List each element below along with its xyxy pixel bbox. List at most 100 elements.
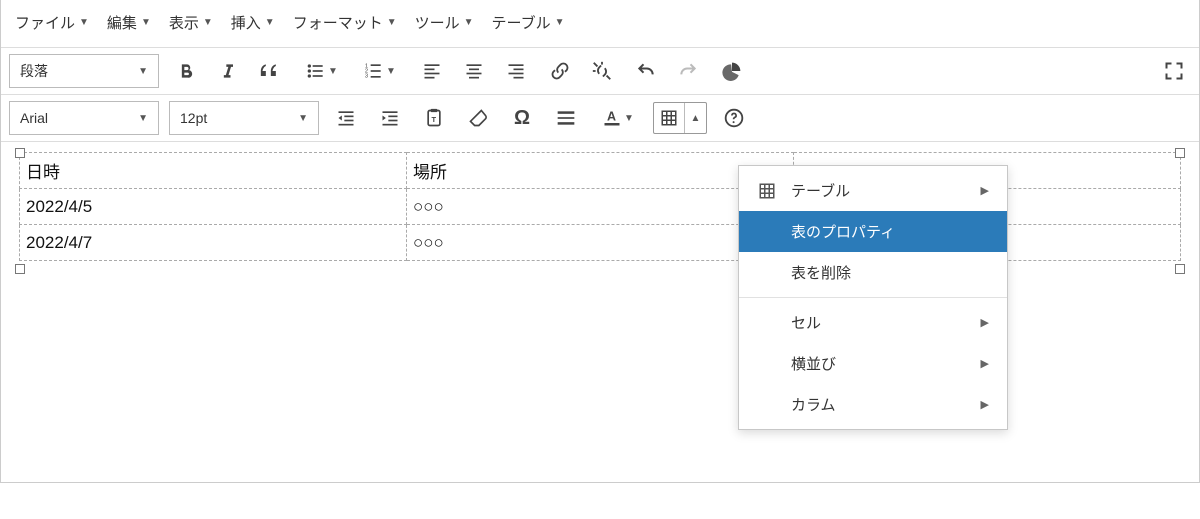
svg-text:3: 3 xyxy=(365,74,368,80)
menu-format[interactable]: フォーマット ▼ xyxy=(285,8,405,37)
fullscreen-icon xyxy=(1164,61,1184,81)
table-icon xyxy=(757,182,777,200)
menu-edit-label: 編集 xyxy=(107,12,137,33)
svg-text:T: T xyxy=(432,115,437,124)
pie-chart-icon xyxy=(722,61,742,81)
menu-view[interactable]: 表示 ▼ xyxy=(161,8,221,37)
paragraph-format-value: 段落 xyxy=(20,61,48,81)
bold-icon xyxy=(176,61,196,81)
numbered-list-icon: 123 xyxy=(364,61,384,81)
toolbar-row-2: Arial ▼ 12pt ▼ T Ω A ▼ xyxy=(1,95,1199,142)
caret-down-icon: ▼ xyxy=(387,17,397,28)
menu-format-label: フォーマット xyxy=(293,12,383,33)
hr-button[interactable] xyxy=(549,101,583,135)
history-group xyxy=(629,54,705,88)
unlink-button[interactable] xyxy=(585,54,619,88)
help-icon xyxy=(724,108,744,128)
table-dropdown-menu: テーブル ▶ 表のプロパティ 表を削除 セル ▶ 横並び ▶ カラム ▶ xyxy=(738,165,1008,430)
table-button[interactable] xyxy=(654,103,684,133)
resize-handle[interactable] xyxy=(1175,264,1185,274)
paste-text-button[interactable]: T xyxy=(417,101,451,135)
editor-window: ファイル ▼ 編集 ▼ 表示 ▼ 挿入 ▼ フォーマット ▼ ツール ▼ テーブ… xyxy=(0,0,1200,483)
font-family-value: Arial xyxy=(20,110,48,126)
align-left-icon xyxy=(422,61,442,81)
undo-button[interactable] xyxy=(629,54,663,88)
resize-handle[interactable] xyxy=(1175,148,1185,158)
special-char-button[interactable]: Ω xyxy=(505,101,539,135)
misc-group-1 xyxy=(543,54,619,88)
menu-file-label: ファイル xyxy=(15,12,75,33)
chart-button[interactable] xyxy=(715,54,749,88)
menu-tools-label: ツール xyxy=(415,12,460,33)
italic-button[interactable] xyxy=(211,54,245,88)
table-cell[interactable]: ○○○ xyxy=(407,225,794,261)
table-cell[interactable]: 場所 xyxy=(407,153,794,189)
clear-formatting-button[interactable] xyxy=(461,101,495,135)
menu-tools[interactable]: ツール ▼ xyxy=(407,8,482,37)
text-color-button[interactable]: A ▼ xyxy=(593,101,643,135)
align-group xyxy=(415,54,533,88)
redo-icon xyxy=(678,61,698,81)
menu-edit[interactable]: 編集 ▼ xyxy=(99,8,159,37)
text-color-icon: A xyxy=(602,108,622,128)
dropdown-item-column[interactable]: カラム ▶ xyxy=(739,384,1007,425)
paragraph-format-select[interactable]: 段落 ▼ xyxy=(9,54,159,88)
caret-down-icon: ▼ xyxy=(265,17,275,28)
dropdown-item-table[interactable]: テーブル ▶ xyxy=(739,170,1007,211)
indent-button[interactable] xyxy=(373,101,407,135)
outdent-button[interactable] xyxy=(329,101,363,135)
blockquote-button[interactable] xyxy=(253,54,287,88)
resize-handle[interactable] xyxy=(15,148,25,158)
dropdown-label: 横並び xyxy=(791,353,967,374)
table-cell[interactable]: 2022/4/5 xyxy=(20,189,407,225)
caret-down-icon: ▼ xyxy=(138,66,148,77)
table-split-caret[interactable]: ▲ xyxy=(684,103,706,133)
align-left-button[interactable] xyxy=(415,54,449,88)
link-button[interactable] xyxy=(543,54,577,88)
caret-down-icon: ▼ xyxy=(203,17,213,28)
redo-button[interactable] xyxy=(671,54,705,88)
menu-table-label: テーブル xyxy=(492,12,551,33)
numbered-list-button[interactable]: 123 ▼ xyxy=(355,54,405,88)
align-right-button[interactable] xyxy=(499,54,533,88)
menu-insert[interactable]: 挿入 ▼ xyxy=(223,8,283,37)
outdent-icon xyxy=(336,108,356,128)
table-cell[interactable]: 日時 xyxy=(20,153,407,189)
toolbar-row-1: 段落 ▼ ▼ 123 ▼ xyxy=(1,48,1199,95)
list-group: ▼ 123 ▼ xyxy=(297,54,405,88)
menu-view-label: 表示 xyxy=(169,12,199,33)
link-icon xyxy=(550,61,570,81)
help-button[interactable] xyxy=(717,101,751,135)
dropdown-label: セル xyxy=(791,312,967,333)
dropdown-item-delete-table[interactable]: 表を削除 xyxy=(739,252,1007,293)
align-right-icon xyxy=(506,61,526,81)
table-cell[interactable]: 2022/4/7 xyxy=(20,225,407,261)
font-size-value: 12pt xyxy=(180,110,207,126)
chevron-right-icon: ▶ xyxy=(981,398,989,411)
editor-content[interactable]: 日時 場所 2022/4/5 ○○○ 2022/4/7 ○○○ xyxy=(1,142,1199,482)
menu-table[interactable]: テーブル ▼ xyxy=(484,8,573,37)
fullscreen-button[interactable] xyxy=(1157,54,1191,88)
omega-icon: Ω xyxy=(514,107,530,130)
menu-file[interactable]: ファイル ▼ xyxy=(7,8,97,37)
dropdown-item-row[interactable]: 横並び ▶ xyxy=(739,343,1007,384)
bullet-list-button[interactable]: ▼ xyxy=(297,54,347,88)
caret-down-icon: ▼ xyxy=(386,66,396,77)
dropdown-item-table-properties[interactable]: 表のプロパティ xyxy=(739,211,1007,252)
table-cell[interactable]: ○○○ xyxy=(407,189,794,225)
chevron-right-icon: ▶ xyxy=(981,184,989,197)
align-center-button[interactable] xyxy=(457,54,491,88)
font-size-select[interactable]: 12pt ▼ xyxy=(169,101,319,135)
undo-icon xyxy=(636,61,656,81)
resize-handle[interactable] xyxy=(15,264,25,274)
table-split-button[interactable]: ▲ xyxy=(653,102,707,134)
dropdown-label: テーブル xyxy=(791,180,967,201)
dropdown-separator xyxy=(739,297,1007,298)
font-family-select[interactable]: Arial ▼ xyxy=(9,101,159,135)
bold-button[interactable] xyxy=(169,54,203,88)
table-icon xyxy=(660,109,678,127)
svg-text:A: A xyxy=(607,110,616,124)
caret-down-icon: ▼ xyxy=(328,66,338,77)
dropdown-item-cell[interactable]: セル ▶ xyxy=(739,302,1007,343)
caret-down-icon: ▼ xyxy=(464,17,474,28)
